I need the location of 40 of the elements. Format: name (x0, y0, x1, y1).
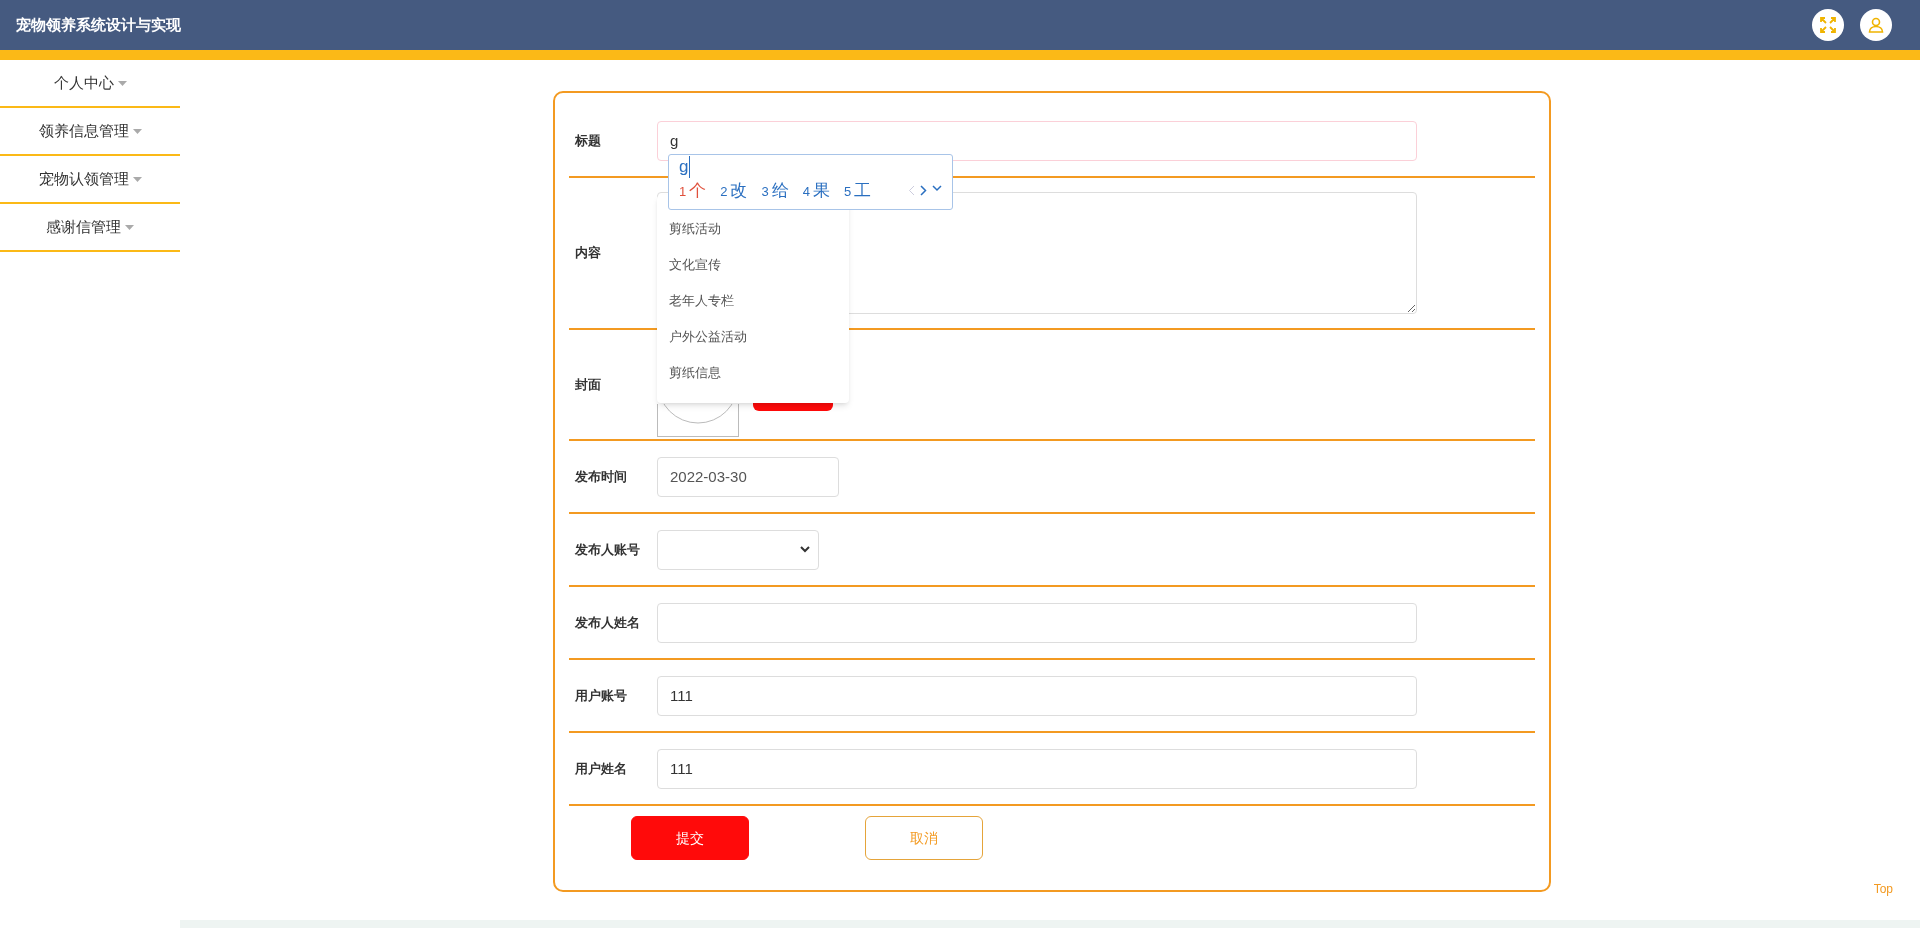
fullscreen-icon[interactable] (1812, 9, 1844, 41)
date-field[interactable]: 2022-03-30 (657, 456, 839, 497)
submit-button[interactable]: 提交 (631, 816, 749, 860)
sidebar-item[interactable]: 感谢信管理 (0, 204, 180, 252)
next-page-icon[interactable] (920, 185, 927, 197)
ime-candidate[interactable]: 2 改 (720, 178, 748, 204)
suggestion-item[interactable]: 剪纸活动 (657, 211, 849, 247)
caret-icon (132, 176, 142, 182)
text-field[interactable]: 111 (657, 675, 1417, 716)
ime-candidate[interactable]: 5 工 (843, 178, 872, 204)
caret-icon (125, 224, 134, 230)
suggestion-item[interactable]: 文化宣传 (657, 247, 849, 283)
suggestion-item[interactable]: 老年人专栏 (657, 283, 849, 319)
image-placeholder-icon (657, 403, 739, 437)
text-field[interactable]: 111 (657, 748, 1417, 789)
field-label: 发布时间 (575, 467, 628, 486)
caret-icon (132, 128, 142, 134)
field-label: 发布人账号 (575, 540, 641, 559)
ime-candidate[interactable]: 1 个 (679, 178, 707, 204)
expand-icon[interactable] (932, 185, 942, 193)
field-label: 封面 (575, 375, 602, 394)
text-field[interactable] (657, 602, 1417, 643)
field-label: 用户账号 (575, 686, 628, 705)
field-label: 标题 (575, 131, 602, 150)
sidebar-item[interactable]: 宠物认领管理 (0, 156, 180, 204)
suggestion-item[interactable]: 户外公益活动 (657, 319, 849, 355)
field-label: 发布人姓名 (575, 613, 641, 632)
sidebar-item[interactable]: 领养信息管理 (0, 108, 180, 156)
caret-icon (117, 80, 127, 86)
ime-candidate[interactable]: 3 给 (761, 178, 789, 204)
ime-candidate[interactable]: 4 果 (802, 178, 830, 204)
field-label: 用户姓名 (575, 759, 628, 778)
suggestion-item[interactable]: 剪纸信息 (657, 355, 849, 391)
chevron-down-icon (800, 546, 810, 553)
select-field[interactable] (657, 529, 819, 570)
app-title: 宠物领养系统设计与实现 (16, 14, 181, 35)
field-label: 内容 (575, 244, 602, 263)
user-icon[interactable] (1860, 9, 1892, 41)
sidebar-item[interactable]: 个人中心 (0, 60, 180, 108)
ime-composition: g (679, 156, 691, 178)
